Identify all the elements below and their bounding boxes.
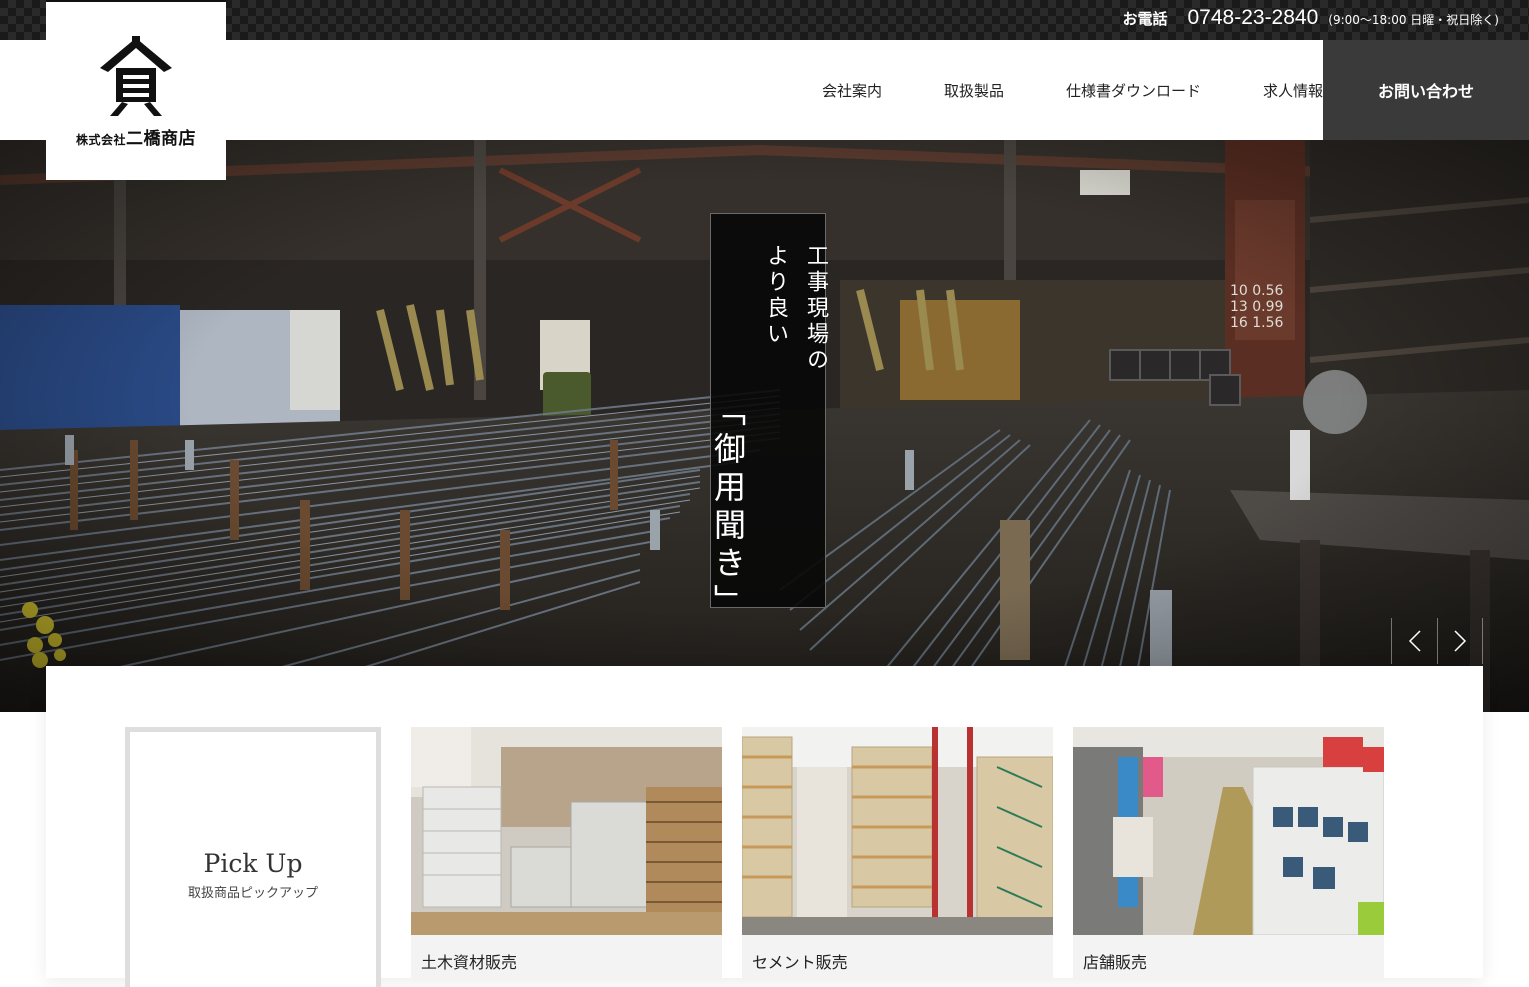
chevron-left-icon[interactable]: [1391, 618, 1437, 664]
pickup-card-civil-materials[interactable]: 土木資材販売: [411, 727, 722, 978]
hero-slider: 10 0.5613 0.9916 1.56 工事現場の より良い 「御用聞き」: [0, 140, 1529, 712]
phone-info: お電話 0748-23-2840 (9:00〜18:00 日曜・祝日除く): [1122, 6, 1499, 30]
logo-mark-icon: [100, 35, 172, 116]
site-header: 会社案内 取扱製品 仕様書ダウンロード 求人情報 お問い合わせ: [0, 40, 1529, 140]
phone-number[interactable]: 0748-23-2840: [1188, 6, 1319, 30]
cement-image: [742, 727, 1053, 935]
pickup-heading-box: Pick Up 取扱商品ピックアップ: [125, 727, 381, 987]
pickup-card-cement[interactable]: セメント販売: [742, 727, 1053, 978]
card-label: 土木資材販売: [421, 953, 518, 972]
logo-company-name: 二橋商店: [126, 128, 196, 149]
company-logo[interactable]: 株式会社二橋商店: [46, 0, 226, 180]
nav-item-products[interactable]: 取扱製品: [944, 80, 1004, 101]
nav-item-recruit[interactable]: 求人情報: [1263, 80, 1323, 101]
chevron-right-icon[interactable]: [1437, 618, 1483, 664]
nav-item-spec-download[interactable]: 仕様書ダウンロード: [1066, 80, 1201, 101]
phone-label: お電話: [1122, 10, 1168, 28]
contact-button[interactable]: お問い合わせ: [1323, 40, 1529, 140]
store-image: [1073, 727, 1384, 935]
hero-catchcopy: 工事現場の より良い 「御用聞き」: [709, 213, 828, 622]
logo-company-prefix: 株式会社: [75, 132, 126, 147]
phone-hours: (9:00〜18:00 日曜・祝日除く): [1328, 13, 1499, 27]
pickup-title: Pick Up: [203, 848, 303, 878]
catchcopy-line-2: より良い: [763, 244, 788, 348]
pickup-subtitle: 取扱商品ピックアップ: [187, 885, 318, 901]
logo-text: 株式会社二橋商店: [76, 124, 196, 149]
civil-materials-image: [411, 727, 722, 935]
catchcopy-line-3: 「御用聞き」: [709, 394, 747, 622]
card-label: セメント販売: [752, 953, 848, 972]
pickup-card-store[interactable]: 店舗販売: [1073, 727, 1384, 978]
slider-controls: [1391, 618, 1483, 664]
nav-item-company[interactable]: 会社案内: [822, 80, 882, 101]
card-label: 店舗販売: [1083, 953, 1148, 972]
main-nav: 会社案内 取扱製品 仕様書ダウンロード 求人情報: [760, 40, 1323, 140]
top-bar: お電話 0748-23-2840 (9:00〜18:00 日曜・祝日除く): [0, 0, 1529, 40]
catchcopy-line-1: 工事現場の: [803, 244, 828, 374]
